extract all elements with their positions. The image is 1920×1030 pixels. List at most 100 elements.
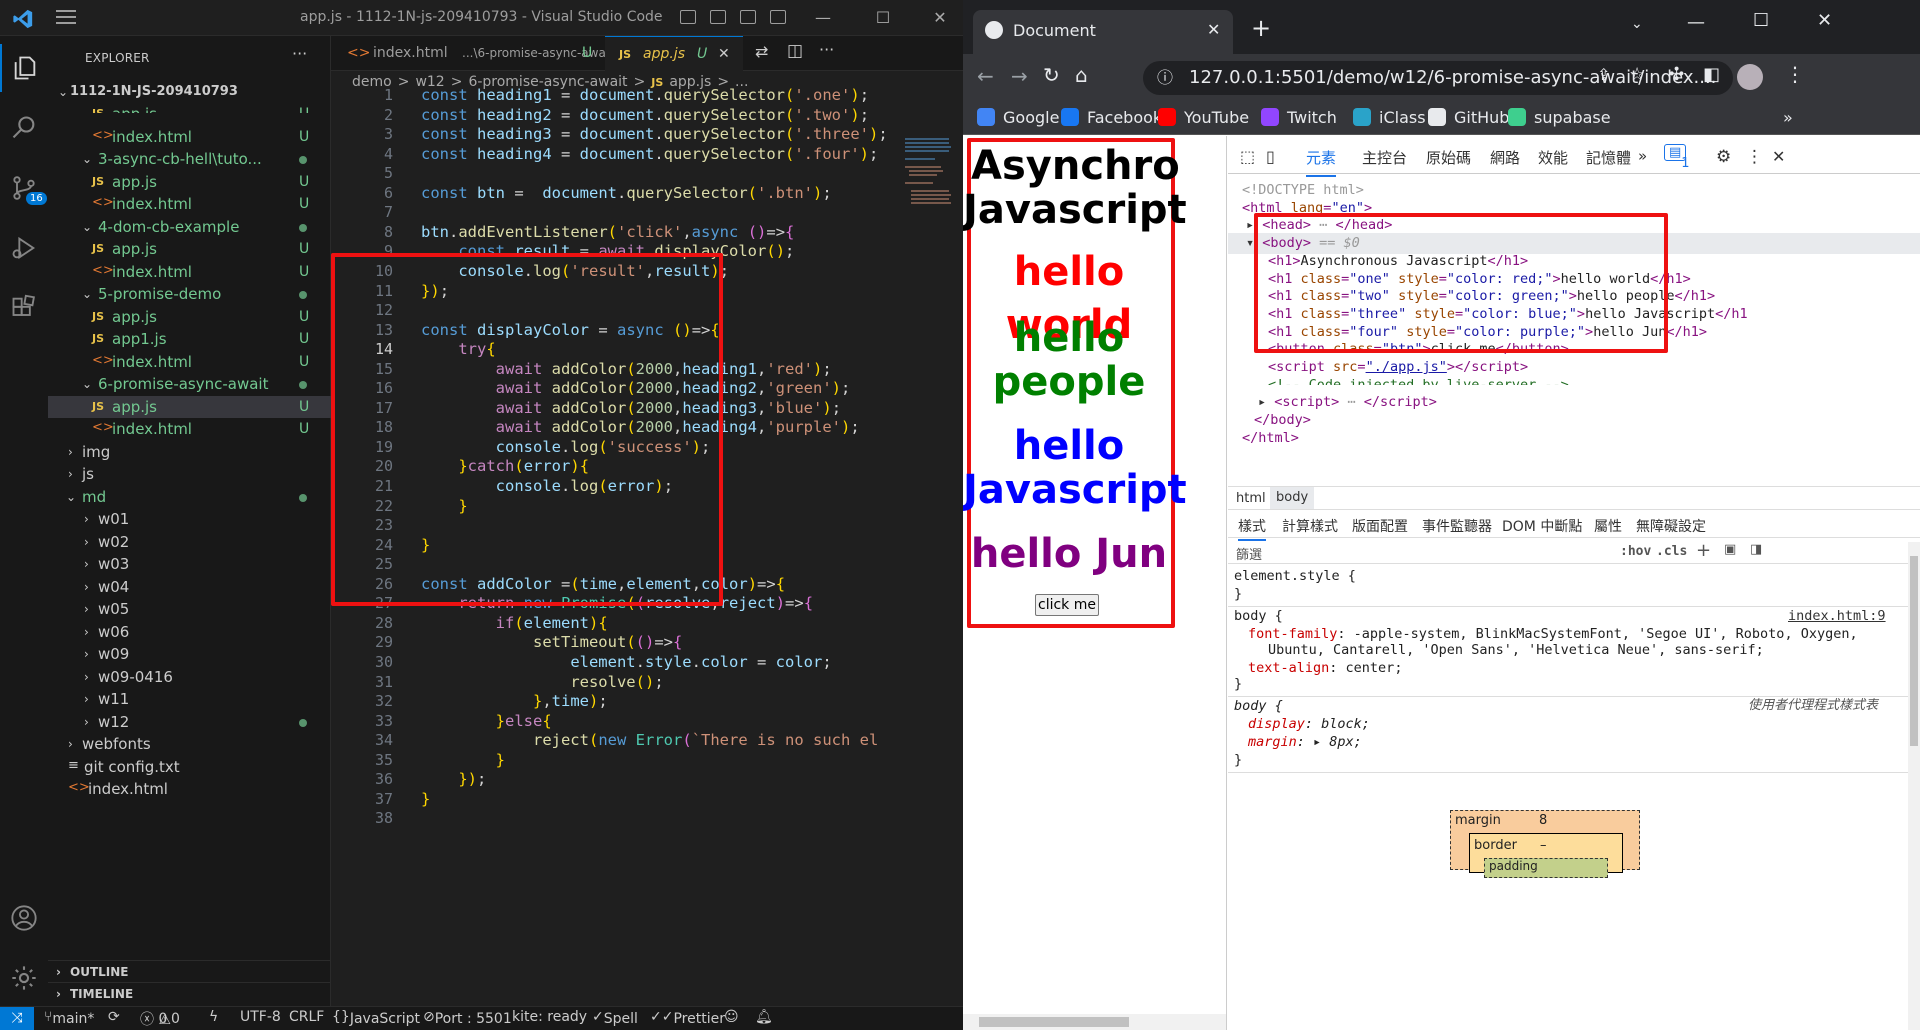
customize-layout-icon[interactable] [770,10,786,24]
styles-tab[interactable]: 版面配置 [1352,516,1408,536]
prettier-status[interactable]: ✓✓ Prettier [650,1009,725,1027]
maximize-icon[interactable]: ☐ [1753,10,1769,31]
file-item[interactable]: <> index.html U [48,126,331,148]
more-bookmarks-icon[interactable]: » [1783,108,1793,128]
folder-item[interactable]: › w05 [48,598,331,620]
breadcrumb-item[interactable]: > [398,74,410,90]
toggle-panel-icon[interactable] [710,10,726,24]
styles-scrollbar[interactable] [1908,542,1920,1030]
maximize-icon[interactable]: ☐ [860,4,906,32]
bookmark-youtube[interactable]: YouTube [1158,108,1249,128]
styles-tab[interactable]: 樣式 [1238,516,1266,541]
folder-item[interactable]: › img [48,441,331,463]
add-rule-icon[interactable]: + [1696,540,1711,561]
rule-source-link[interactable]: index.html:9 [1788,606,1886,626]
file-item[interactable]: <> index.html U [48,193,331,215]
spell-status[interactable]: ✓ Spell [592,1009,638,1027]
problems-status[interactable]: ⓧ 0 ⚠ 0 [140,1009,180,1029]
close-window-icon[interactable]: ✕ [917,4,963,32]
source-control-icon[interactable]: 16 [0,164,48,212]
minimize-icon[interactable]: — [1687,12,1705,33]
bookmark-iclass[interactable]: iClass [1353,108,1426,128]
sync-icon[interactable]: ⟳ [108,1009,120,1025]
minimize-icon[interactable]: — [800,4,846,32]
folder-item[interactable]: › js [48,463,331,485]
folder-item[interactable]: › w06 [48,621,331,643]
file-item[interactable]: JS app.js U [48,306,331,328]
filter-input[interactable]: 篩選 [1236,544,1262,563]
folder-item[interactable]: › w09-0416 [48,666,331,688]
devtools-tab[interactable]: 主控台 [1362,147,1407,168]
click-me-button[interactable]: click me [1035,594,1099,616]
bookmark-star-icon[interactable]: ☆ [1629,64,1645,85]
folder-item[interactable]: ⌄ md [48,486,331,508]
notifications-icon[interactable]: 🔔︎ [755,1009,773,1025]
side-panel-icon[interactable]: ◧ [1703,64,1720,85]
devtools-tab[interactable]: 效能 [1538,147,1568,168]
file-item[interactable]: JS app.js U [48,171,331,193]
bookmark-facebook[interactable]: Facebook [1061,108,1162,128]
file-item[interactable]: JS app1.js U [48,328,331,350]
outline-section[interactable]: › OUTLINE [48,960,331,982]
bookmark-github[interactable]: GitHub [1428,108,1509,128]
styles-tab[interactable]: 無障礙設定 [1636,516,1706,536]
crumb-html[interactable]: html [1236,491,1266,506]
folder-item[interactable]: › w04 [48,576,331,598]
more-actions-icon[interactable]: ··· [819,40,834,59]
inspect-icon[interactable]: ⬚ [1240,147,1255,166]
dom-node[interactable]: </html> [1242,428,1299,449]
hov-toggle[interactable]: :hov [1620,544,1651,559]
folder-item[interactable]: › w02 [48,531,331,553]
settings-gear-icon[interactable]: ⚙ [1716,147,1731,167]
close-tab-icon[interactable]: ✕ [718,37,730,72]
element-state-icon[interactable]: ▣ [1724,542,1736,557]
devtools-tab[interactable]: 網路 [1490,147,1520,168]
file-item[interactable]: JS app.js U [48,103,331,113]
root-folder[interactable]: ⌄ 1112-1N-JS-209410793 [48,81,331,103]
language-status[interactable]: {} JavaScript [332,1009,420,1027]
settings-gear-icon[interactable] [0,954,48,1002]
styles-tab[interactable]: DOM 中斷點 [1502,516,1582,536]
body-rule[interactable]: body { [1234,606,1283,626]
computed-sidebar-icon[interactable]: ◨ [1750,542,1762,557]
avatar[interactable] [1737,64,1763,90]
close-tab-icon[interactable]: ✕ [1207,20,1220,39]
devtools-tab[interactable]: 元素 [1306,147,1337,177]
open-changes-icon[interactable]: ⇄ [755,42,768,61]
dom-node[interactable]: <!-- Code injected by live-server --> [1268,375,1569,385]
tab-search-icon[interactable]: ⌄ [1631,16,1643,32]
devtools-tab[interactable]: 原始碼 [1426,147,1471,168]
back-icon[interactable]: ← [977,64,994,88]
folder-item[interactable]: ⌄ 5-promise-demo [48,283,331,305]
folder-item[interactable]: › w11 [48,688,331,710]
cls-toggle[interactable]: .cls [1656,544,1687,559]
chrome-menu-icon[interactable]: ⋮ [1785,62,1805,86]
file-item[interactable]: JS app.js U [48,395,331,418]
file-item[interactable]: ≡ git config.txt [48,756,331,778]
folder-item[interactable]: › w01 [48,508,331,530]
folder-item[interactable]: › webfonts [48,733,331,755]
close-devtools-icon[interactable]: ✕ [1772,147,1785,166]
explorer-icon[interactable] [0,44,48,92]
menu-icon[interactable] [56,10,76,26]
feedback-icon[interactable]: ☺ [724,1009,739,1025]
folder-item[interactable]: › w12 [48,711,331,733]
timeline-section[interactable]: › TIMELINE [48,982,331,1004]
bookmark-google[interactable]: Google [977,108,1059,128]
lightning-icon[interactable]: ϟ [209,1009,218,1025]
toggle-sidebar-icon[interactable] [680,10,696,24]
search-icon[interactable] [0,104,48,152]
new-tab-icon[interactable]: + [1251,14,1271,42]
split-editor-icon[interactable]: ◫ [787,41,803,61]
eol-status[interactable]: CRLF [289,1009,324,1025]
folder-item[interactable]: ⌄ 3-async-cb-hell\tuto... [48,148,331,170]
home-icon[interactable]: ⌂ [1075,63,1088,87]
horizontal-scrollbar[interactable] [963,1014,1226,1030]
site-info-icon[interactable]: ⓘ [1157,61,1173,95]
file-item[interactable]: JS app.js U [48,238,331,260]
encoding-status[interactable]: UTF-8 [240,1009,281,1025]
more-tabs-icon[interactable]: » [1638,147,1647,165]
kite-status[interactable]: kite: ready [512,1009,587,1025]
account-icon[interactable] [0,894,48,942]
forward-icon[interactable]: → [1011,64,1028,88]
